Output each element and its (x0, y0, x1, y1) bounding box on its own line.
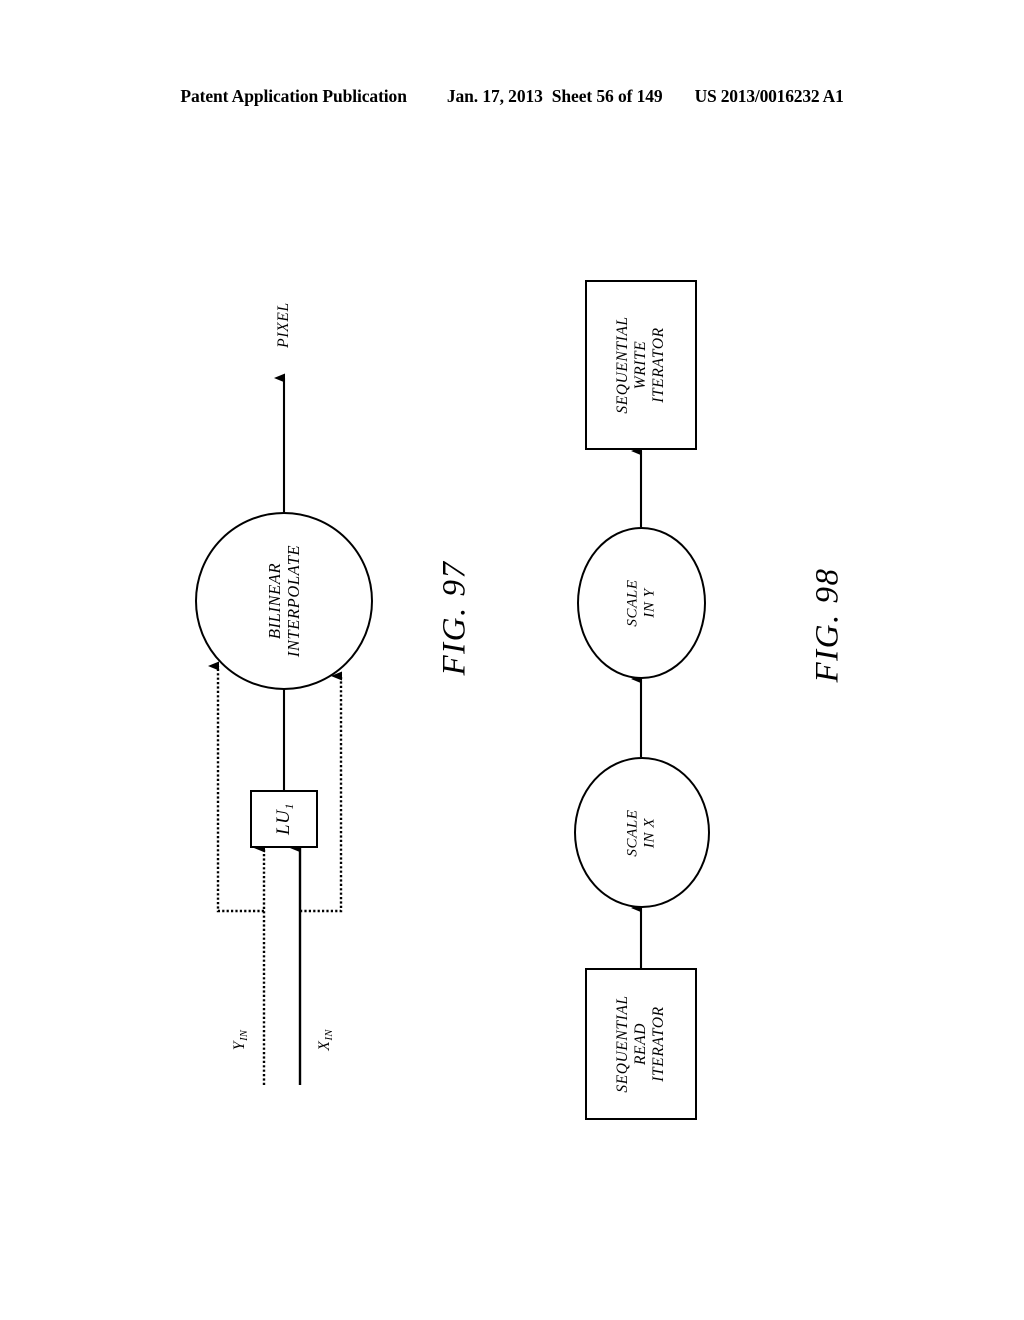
header-publication-title: Patent Application Publication (180, 86, 407, 106)
bilinear-interpolate-label: BILINEAR INTERPOLATE (264, 544, 303, 658)
figure-97-caption: FIG. 97 (436, 560, 473, 676)
sheet-header: Patent Application Publication Jan. 17, … (0, 86, 1024, 112)
header-sheet-number: Sheet 56 of 149 (551, 86, 663, 106)
figure-98-caption: FIG. 98 (809, 567, 846, 683)
sequential-write-iterator-node[interactable]: SEQUENTIAL WRITE ITERATOR (585, 280, 697, 450)
scale-in-y-node[interactable]: SCALE IN Y (577, 527, 706, 679)
scale-in-x-label: SCALE IN X (624, 808, 658, 857)
scale-in-x-node[interactable]: SCALE IN X (574, 757, 710, 908)
scale-in-y-label: SCALE IN Y (624, 579, 658, 627)
lookup-unit-label: LU1 (272, 802, 296, 836)
fig97-yin-bypass-branch (208, 661, 264, 913)
header-patent-number: US 2013/0016232 A1 (694, 86, 844, 106)
x-input-label: XIN (316, 1029, 335, 1051)
sequential-write-iterator-label: SEQUENTIAL WRITE ITERATOR (614, 316, 667, 414)
y-input-label: YIN (231, 1029, 250, 1051)
pixel-output-label: PIXEL (275, 302, 292, 348)
sequential-read-iterator-label: SEQUENTIAL READ ITERATOR (614, 995, 667, 1093)
sequential-read-iterator-node[interactable]: SEQUENTIAL READ ITERATOR (585, 968, 697, 1120)
figure-line-layer (208, 373, 643, 1085)
header-publication-date: Jan. 17, 2013 (446, 86, 543, 106)
bilinear-interpolate-node[interactable]: BILINEAR INTERPOLATE (195, 512, 373, 690)
lookup-unit-node[interactable]: LU1 (250, 790, 318, 848)
